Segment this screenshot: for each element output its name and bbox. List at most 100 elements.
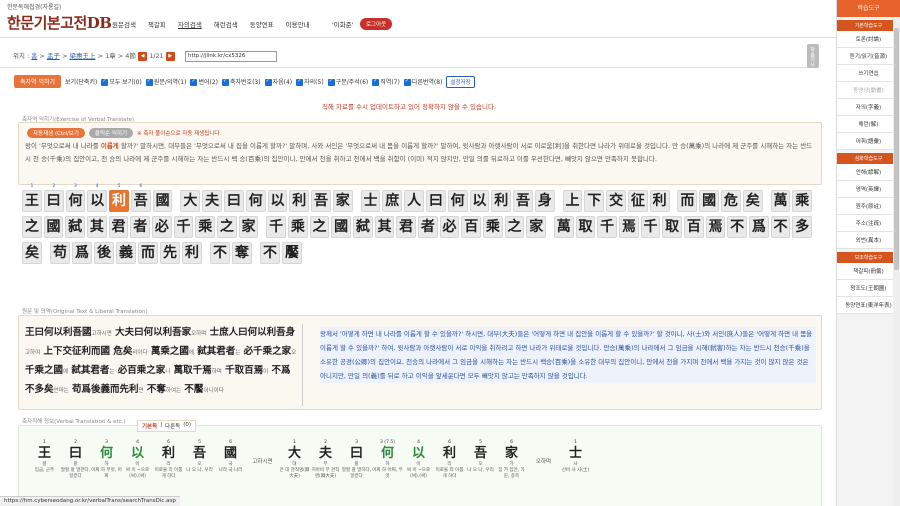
char-tile[interactable]: 國	[331, 216, 351, 238]
char-tile[interactable]: 不	[770, 216, 791, 238]
original-phrase[interactable]: 士庶人曰何以利吾身	[210, 327, 296, 338]
tab-other[interactable]: 다른독	[165, 422, 180, 430]
gloss-item[interactable]: 2 夫 부 지아비 부 관직명(卿大夫)	[310, 440, 341, 480]
char-tile[interactable]: 不	[210, 242, 230, 264]
sidebar-top[interactable]: 학습도구	[837, 0, 900, 17]
gloss-item[interactable]: 6 國 국 나라 국 나라	[215, 440, 246, 474]
original-phrase[interactable]: 危矣	[113, 346, 132, 357]
char-tile[interactable]: 多	[792, 216, 813, 238]
original-phrase[interactable]: 王曰何以利吾國	[25, 327, 92, 338]
char-tile[interactable]: 矣	[22, 242, 42, 264]
char-tile[interactable]: 何3	[65, 184, 86, 212]
crumb-chapter[interactable]: 梁惠王上	[69, 52, 95, 60]
nav-bookmark[interactable]: 책갈피	[148, 19, 166, 29]
sidebar-item[interactable]: 자의(字義)	[837, 99, 900, 116]
sidebar-item[interactable]: 왕조도(王朝圖)	[837, 280, 900, 297]
original-phrase[interactable]: 不饜	[184, 384, 203, 395]
sidebar-item[interactable]: 듣기/읽기(音源)	[837, 48, 900, 65]
char-tile[interactable]: 千	[640, 216, 661, 238]
original-phrase[interactable]: 必千乘之家	[244, 346, 292, 357]
char-tile[interactable]: 不	[260, 242, 280, 264]
char-tile[interactable]: 千	[173, 216, 194, 238]
view-option[interactable]: 직역(7)	[372, 77, 400, 86]
char-tile[interactable]: 利	[649, 190, 670, 212]
sidebar-item[interactable]: 동영상(動畫)	[837, 82, 900, 99]
char-tile[interactable]: 王1	[22, 184, 42, 212]
original-phrase[interactable]: 萬乘之國	[151, 346, 189, 357]
char-tile[interactable]: 征	[627, 190, 648, 212]
original-phrase[interactable]: 不奪	[147, 384, 166, 395]
char-tile[interactable]: 危	[721, 190, 741, 212]
char-tile[interactable]: 利	[182, 242, 202, 264]
char-tile[interactable]: 其	[374, 216, 395, 238]
view-option[interactable]: 자의(5)	[296, 77, 324, 86]
sidebar-item[interactable]: 토론(討論)	[837, 31, 900, 48]
original-phrase[interactable]: 萬取千焉	[174, 365, 212, 376]
char-tile[interactable]: 必	[152, 216, 172, 238]
char-tile[interactable]: 曰2	[43, 184, 64, 212]
gloss-item[interactable]: 1 王 왕 임금, 군주	[29, 440, 60, 474]
char-tile[interactable]: 爲	[749, 216, 769, 238]
nav-char-search[interactable]: 자의검색	[178, 19, 202, 29]
original-phrase[interactable]: 大夫曰何以利吾家	[115, 327, 191, 338]
char-tile[interactable]: 乘	[287, 216, 308, 238]
char-tile[interactable]: 百	[461, 216, 482, 238]
char-tile[interactable]: 以	[267, 190, 288, 212]
char-tile[interactable]: 下	[584, 190, 605, 212]
gloss-item[interactable]: 5吾오나 오 나, 우리	[465, 440, 496, 474]
char-tile[interactable]: 饜	[282, 242, 302, 264]
next-arrow-icon[interactable]: ▶	[165, 51, 175, 61]
sidebar-item[interactable]: 주소(注疏)	[837, 215, 900, 232]
char-tile[interactable]: 乘	[195, 216, 216, 238]
original-phrase[interactable]: 千乘之國	[25, 365, 63, 376]
char-tile[interactable]: 庶	[382, 190, 403, 212]
sidebar-item[interactable]: 원주(原註)	[837, 198, 900, 215]
char-tile[interactable]: 爲	[72, 242, 92, 264]
original-phrase[interactable]: 上下交征利而國	[44, 346, 111, 357]
char-tile[interactable]: 之	[309, 216, 330, 238]
original-phrase[interactable]: 千取百焉	[225, 365, 263, 376]
nav-timeline[interactable]: 동양연표	[250, 19, 274, 29]
char-tile[interactable]: 利	[289, 190, 310, 212]
nav-guide[interactable]: 이용안내	[286, 19, 310, 29]
char-tile[interactable]: 曰	[223, 190, 244, 212]
short-url-field[interactable]: http://jlink.kr/cx5326	[185, 51, 277, 62]
char-tile[interactable]: 其	[87, 216, 107, 238]
char-tile[interactable]: 利	[491, 190, 512, 212]
nav-analysis-search[interactable]: 해런검색	[214, 19, 238, 29]
char-tile[interactable]: 百	[684, 216, 704, 238]
crumb-home[interactable]: 홈	[31, 52, 37, 60]
char-tile[interactable]: 士	[360, 190, 381, 212]
site-title[interactable]: 한문기본고전DB	[7, 12, 112, 33]
char-tile[interactable]: 取	[662, 216, 682, 238]
char-tile[interactable]: 而	[677, 190, 698, 212]
view-option[interactable]: 모두 보기(0)	[101, 77, 142, 86]
char-tile[interactable]: 以	[469, 190, 490, 212]
char-tile[interactable]: 萬	[553, 216, 574, 238]
tab-click-order[interactable]: 클릭순 익히기	[88, 128, 134, 138]
gloss-item[interactable]: 3 曰 왈 말할 왈 말하다, 일컫다	[341, 440, 372, 480]
gloss-item[interactable]: 6家가집 가 집안, 가문, 종족	[496, 440, 527, 480]
nav-text-search[interactable]: 원문검색	[112, 19, 136, 29]
char-tile[interactable]: 取	[575, 216, 596, 238]
original-phrase[interactable]: 必百乘之家	[118, 365, 166, 376]
original-phrase[interactable]: 弑其君者	[197, 346, 235, 357]
char-tile[interactable]: 必	[439, 216, 460, 238]
view-option[interactable]: 구문/주석(6)	[327, 77, 368, 86]
char-tile[interactable]: 上	[562, 190, 583, 212]
char-tile[interactable]: 焉	[618, 216, 639, 238]
char-tile[interactable]: 不	[727, 216, 748, 238]
gloss-item[interactable]: 5吾오나 오 나, 우리	[184, 440, 215, 474]
char-tile[interactable]: 者	[130, 216, 151, 238]
char-tile[interactable]: 交	[606, 190, 626, 212]
char-tile[interactable]: 何	[447, 190, 468, 212]
char-tile[interactable]: 乘	[792, 190, 813, 212]
char-tile[interactable]: 弑	[353, 216, 373, 238]
char-tile[interactable]: 吾	[311, 190, 331, 212]
char-tile[interactable]: 之	[217, 216, 237, 238]
sidebar-item[interactable]: 해런(解)	[837, 116, 900, 133]
char-tile[interactable]: 之	[504, 216, 525, 238]
char-tile[interactable]: 君	[108, 216, 129, 238]
gloss-item[interactable]: 3 何 하 어찌 하 무엇, 어찌	[91, 440, 122, 480]
logout-button[interactable]: 로그아웃	[360, 18, 393, 30]
